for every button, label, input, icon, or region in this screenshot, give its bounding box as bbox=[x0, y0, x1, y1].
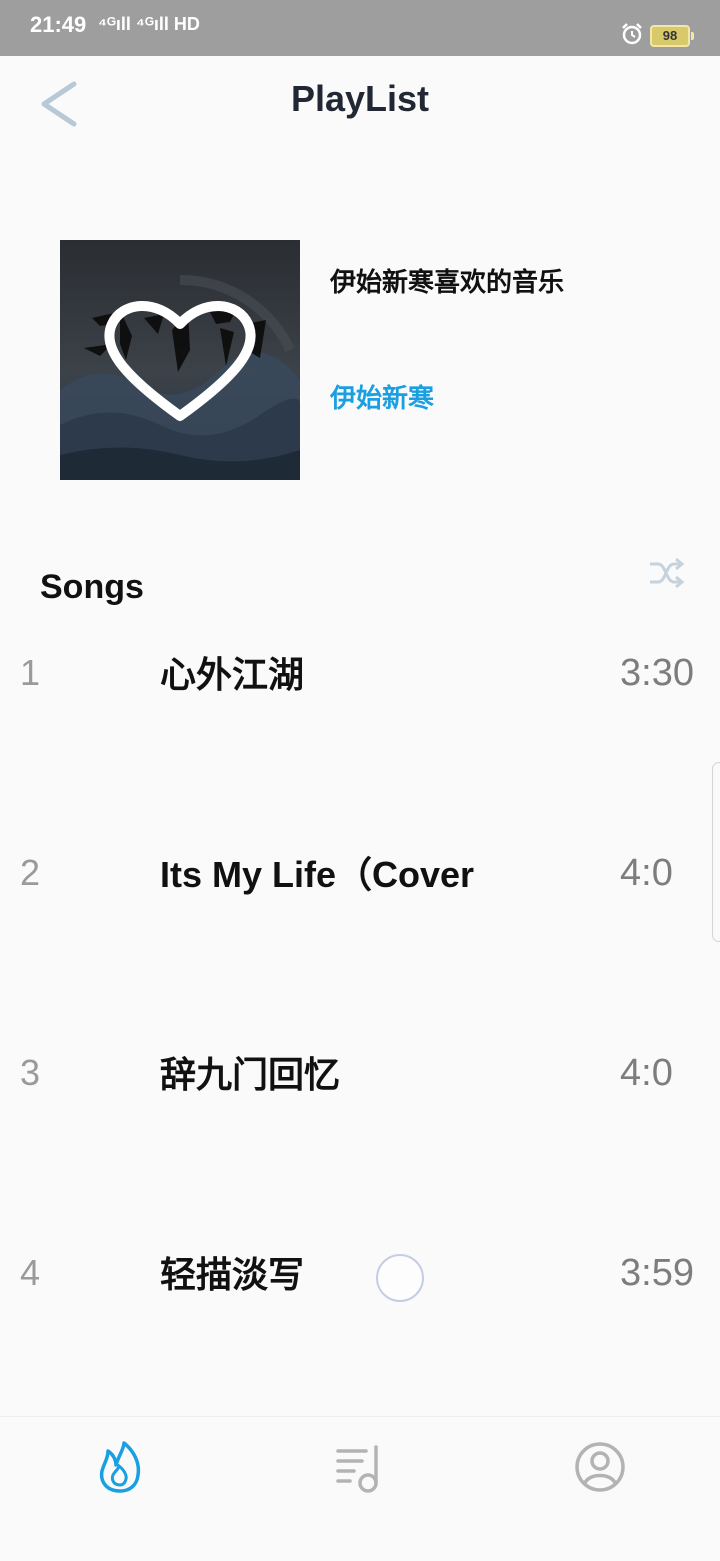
bottom-tab-bar bbox=[0, 1416, 720, 1561]
song-title: Its My Life（Cover bbox=[160, 854, 475, 895]
song-duration: 4:0 bbox=[620, 852, 673, 894]
header-bar: PlayList bbox=[0, 56, 720, 146]
song-row[interactable]: 4 轻描淡写 3:59 bbox=[0, 1252, 720, 1352]
song-title: 轻描淡写 bbox=[160, 1254, 305, 1295]
playlist-name: 伊始新寒喜欢的音乐 bbox=[330, 268, 565, 298]
status-bar: 21:49 ⁴ᴳıll ⁴ᴳıll HD 98 bbox=[0, 0, 720, 56]
music-list-icon bbox=[336, 1445, 378, 1493]
song-row[interactable]: 2 Its My Life（Cover 4:0 bbox=[0, 852, 720, 952]
tab-playlist[interactable] bbox=[310, 1439, 410, 1539]
song-duration: 4:0 bbox=[620, 1052, 673, 1094]
song-index: 3 bbox=[20, 1052, 41, 1093]
shuffle-button[interactable] bbox=[646, 556, 686, 590]
songs-heading: Songs bbox=[40, 568, 144, 606]
page-title: PlayList bbox=[290, 78, 430, 119]
tab-profile[interactable] bbox=[550, 1439, 650, 1539]
song-title: 心外江湖 bbox=[160, 654, 305, 695]
flame-icon bbox=[99, 1441, 141, 1493]
song-row[interactable]: 3 辞九门回忆 4:0 bbox=[0, 1052, 720, 1152]
tab-discover[interactable] bbox=[70, 1439, 170, 1539]
song-index: 2 bbox=[20, 852, 41, 893]
playlist-cover[interactable] bbox=[60, 240, 300, 480]
song-title: 辞九门回忆 bbox=[160, 1054, 341, 1095]
alarm-icon bbox=[620, 22, 644, 50]
edge-panel-handle[interactable] bbox=[712, 762, 720, 942]
playlist-owner-link[interactable]: 伊始新寒 bbox=[330, 378, 434, 415]
song-duration: 3:59 bbox=[620, 1252, 694, 1294]
touch-indicator bbox=[376, 1254, 424, 1302]
song-duration: 3:30 bbox=[620, 652, 694, 694]
battery-icon: 98 bbox=[650, 25, 694, 47]
status-time: 21:49 bbox=[30, 12, 87, 37]
song-index: 1 bbox=[20, 652, 41, 693]
shuffle-icon bbox=[650, 557, 685, 589]
signal-indicator: ⁴ᴳıll ⁴ᴳıll HD bbox=[98, 14, 200, 34]
song-row[interactable]: 1 心外江湖 3:30 bbox=[0, 652, 720, 752]
song-index: 4 bbox=[20, 1252, 41, 1293]
user-profile-icon bbox=[575, 1442, 625, 1492]
